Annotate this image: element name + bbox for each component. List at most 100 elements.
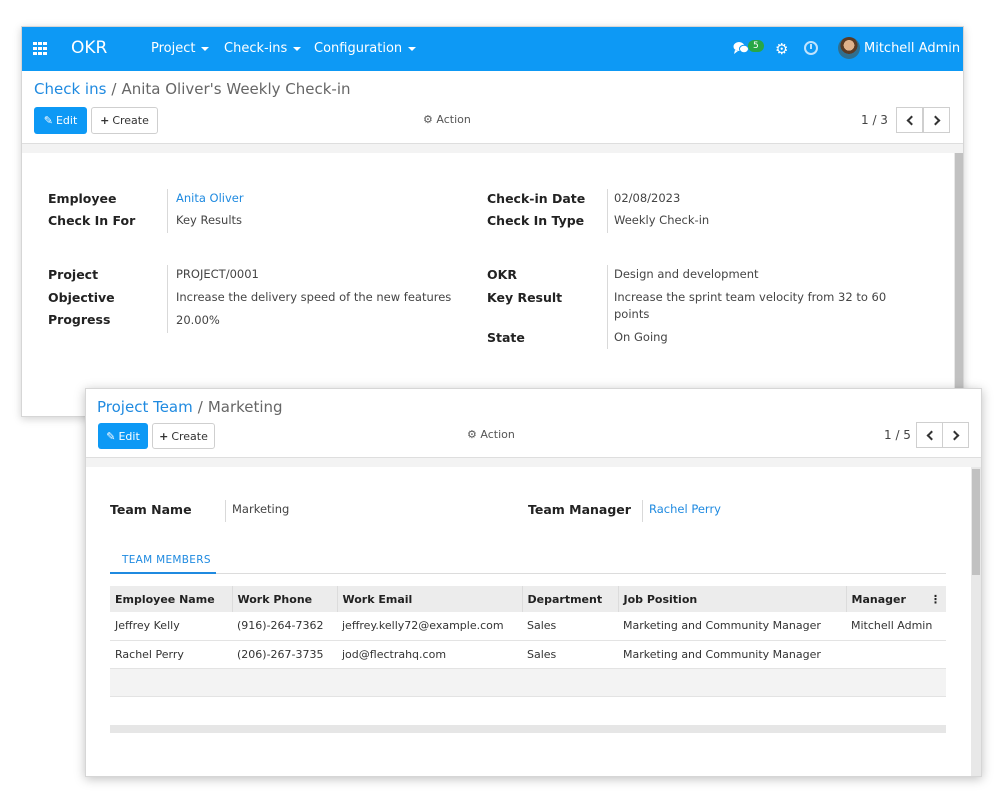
column-header-manager[interactable]: Manager ⋮ [846,586,946,612]
pager-previous-button[interactable] [896,107,923,133]
menu-checkins-label: Check-ins [224,41,288,56]
cell-employee-name: Jeffrey Kelly [110,612,232,641]
create-button[interactable]: + Create [91,107,158,134]
pager-next-button[interactable] [942,422,969,448]
chat-count-badge: 5 [748,40,764,52]
pager-value[interactable]: 1 / 3 [861,113,888,127]
caret-down-icon [408,46,417,51]
column-header-work-phone[interactable]: Work Phone [232,586,338,612]
checkin-type-value: Weekly Check-in [614,213,710,227]
scrollbar-thumb[interactable] [972,469,980,575]
sheet-top-bar [86,457,981,467]
cell-manager [846,640,946,669]
checkin-for-value: Key Results [176,213,243,227]
create-button-label: Create [171,429,208,443]
field-separator [225,500,226,522]
pager-previous-button[interactable] [916,422,943,448]
table-row[interactable]: Rachel Perry (206)-267-3735 jod@flectrah… [110,640,946,669]
kebab-menu-icon[interactable]: ⋮ [930,593,941,606]
sheet-top-bar [22,143,963,153]
clock-icon[interactable] [804,41,818,55]
state-label: State [487,330,525,345]
team-name-label: Team Name [110,502,192,517]
gears-icon[interactable]: ⚙ [775,41,791,57]
field-separator [167,265,168,333]
progress-value: 20.00% [176,313,220,327]
project-value: PROJECT/0001 [176,267,259,281]
pager-next-button[interactable] [923,107,950,133]
scrollbar-thumb[interactable] [955,153,963,416]
app-brand[interactable]: OKR [71,38,107,58]
column-header-department[interactable]: Department [522,586,619,612]
key-result-label: Key Result [487,290,563,305]
team-name-value: Marketing [232,502,290,516]
menu-checkins[interactable]: Check-ins [224,41,302,56]
user-name[interactable]: Mitchell Admin [864,41,960,56]
cell-department: Sales [522,612,618,641]
breadcrumb-separator: / [111,80,117,98]
field-separator [607,189,608,233]
menu-project[interactable]: Project [151,41,210,56]
cell-job-position: Marketing and Community Manager [618,612,846,641]
key-result-value-line2: points [614,307,650,321]
cell-department: Sales [522,640,618,669]
column-header-employee-name[interactable]: Employee Name [110,586,233,612]
column-header-work-email[interactable]: Work Email [337,586,523,612]
action-dropdown[interactable]: ⚙ Action [423,113,471,126]
field-separator [167,189,168,233]
employee-value-link[interactable]: Anita Oliver [176,191,244,205]
column-header-job-position[interactable]: Job Position [618,586,847,612]
checkin-window: OKR Project Check-ins Configuration 5 ⚙ … [21,26,964,417]
okr-label: OKR [487,267,517,282]
gear-icon: ⚙ [467,428,477,441]
edit-button[interactable]: ✎ Edit [34,107,87,134]
cell-manager: Mitchell Admin [846,612,946,641]
horizontal-scrollbar[interactable] [110,725,946,733]
key-result-value-line1: Increase the sprint team velocity from 3… [614,290,887,304]
tab-bar-line [110,573,946,574]
pager-value[interactable]: 1 / 5 [884,428,911,442]
chevron-right-icon [949,430,959,440]
table-header-row: Employee Name Work Phone Work Email Depa… [110,586,946,612]
avatar[interactable] [838,37,860,59]
objective-value: Increase the delivery speed of the new f… [176,290,452,304]
chevron-left-icon [906,115,916,125]
create-button[interactable]: + Create [152,423,215,449]
checkin-type-label: Check In Type [487,213,585,228]
cell-work-phone: (916)-264-7362 [232,612,337,641]
cell-work-email: jeffrey.kelly72@example.com [337,612,522,641]
team-manager-link[interactable]: Rachel Perry [649,502,721,516]
tab-team-members[interactable]: TEAM MEMBERS [122,554,211,566]
cell-work-email: jod@flectrahq.com [337,640,522,669]
plus-icon: + [159,429,169,443]
objective-label: Objective [48,290,115,305]
pencil-icon: ✎ [106,429,116,443]
cell-employee-name: Rachel Perry [110,640,232,669]
team-window: Project Team / Marketing ✎ Edit + Create ⚙ A… [85,388,982,777]
checkin-date-label: Check-in Date [487,191,586,206]
breadcrumb-parent-link[interactable]: Check ins [34,80,106,98]
column-header-manager-label: Manager [851,592,906,606]
plus-icon: + [100,114,110,127]
edit-button-label: Edit [55,114,78,127]
field-separator [607,265,608,349]
menu-configuration[interactable]: Configuration [314,41,417,56]
edit-button[interactable]: ✎ Edit [98,423,148,449]
chevron-left-icon [926,430,936,440]
top-navbar: OKR Project Check-ins Configuration 5 ⚙ … [22,27,963,71]
breadcrumb: Check ins / Anita Oliver's Weekly Check-in [34,80,351,98]
gear-icon: ⚙ [423,113,433,126]
okr-value: Design and development [614,267,759,281]
checkin-for-label: Check In For [48,213,136,228]
team-manager-label: Team Manager [528,502,631,517]
cell-job-position: Marketing and Community Manager [618,640,846,669]
table-row[interactable]: Jeffrey Kelly (916)-264-7362 jeffrey.kel… [110,612,946,641]
breadcrumb-parent-link[interactable]: Project Team [97,398,193,416]
chat-icon[interactable] [733,41,749,55]
breadcrumb-current: Marketing [207,398,283,416]
team-members-table: Employee Name Work Phone Work Email Depa… [110,586,946,697]
cell-work-phone: (206)-267-3735 [232,640,337,669]
employee-label: Employee [48,191,117,206]
action-dropdown[interactable]: ⚙ Action [467,428,515,441]
apps-grid-icon[interactable] [33,42,48,55]
